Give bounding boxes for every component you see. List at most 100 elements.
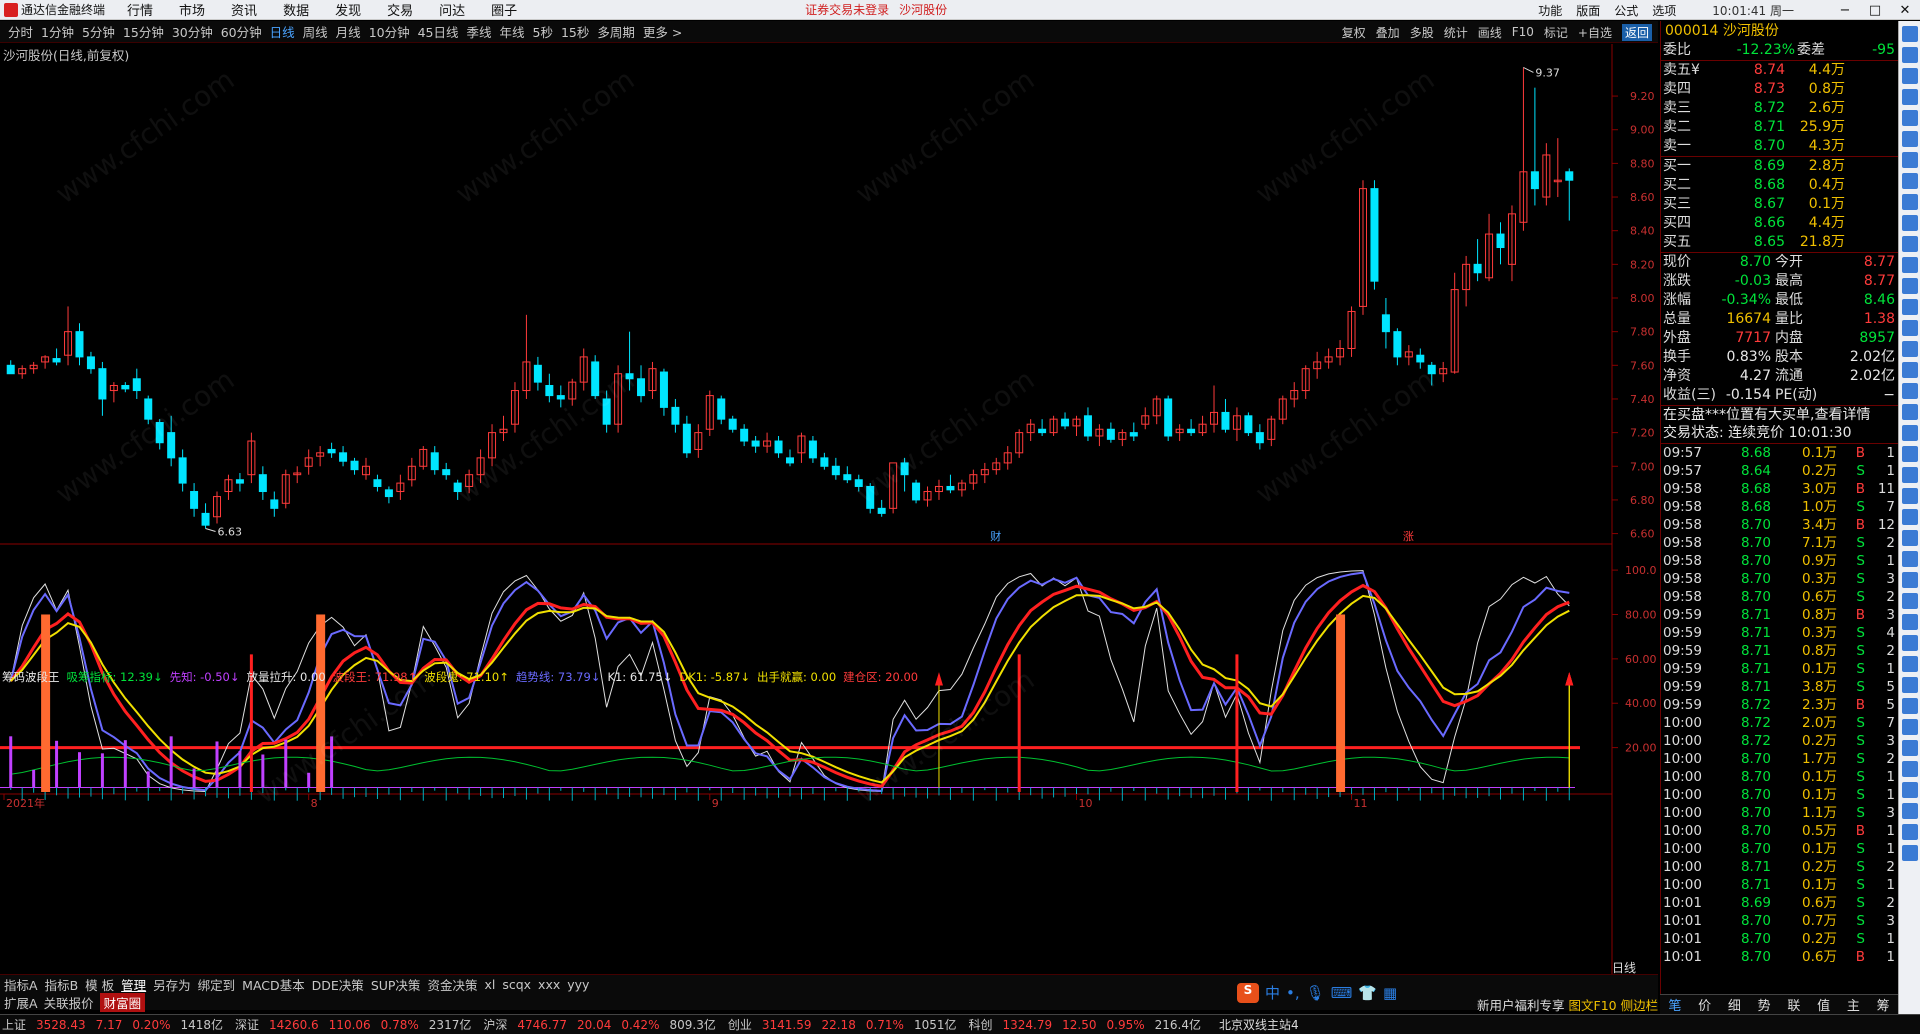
asks-row[interactable]: 卖一 8.70 4.3万 (1661, 137, 1898, 156)
login-notice[interactable]: 证券交易未登录 (805, 1, 889, 18)
server-name[interactable]: 北京双线主站4 (1219, 1016, 1299, 1033)
candle-body[interactable] (373, 479, 382, 487)
candle-body[interactable] (258, 474, 267, 493)
tool-strip-icon[interactable] (1902, 26, 1918, 42)
menu-item[interactable]: 数据 (283, 0, 309, 19)
candle-body[interactable] (900, 462, 909, 476)
candle-body[interactable] (751, 440, 760, 447)
candle-body[interactable] (132, 378, 141, 392)
candle-body[interactable] (327, 448, 336, 454)
period-1[interactable]: 1分钟 (41, 22, 74, 41)
index-name[interactable]: 上证 (2, 1016, 26, 1033)
bids-row[interactable]: 买五 8.65 21.8万 (1661, 233, 1898, 252)
menu-item[interactable]: 发现 (335, 0, 361, 19)
bids-row[interactable]: 买三 8.67 0.1万 (1661, 195, 1898, 214)
candle-body[interactable] (1473, 263, 1482, 274)
period-13[interactable]: 5秒 (533, 22, 553, 41)
promo-f10[interactable]: 图文F10 侧边栏 《 (1569, 998, 1675, 1013)
candle-body[interactable] (808, 440, 817, 459)
menu-item[interactable]: 市场 (179, 0, 205, 19)
candle-body[interactable] (1038, 428, 1047, 434)
minimize-button[interactable]: − (1830, 3, 1860, 18)
tool-strip-icon[interactable] (1902, 593, 1918, 609)
tool-strip-icon[interactable] (1902, 68, 1918, 84)
indicator-tab-7[interactable]: DDE决策 (312, 975, 364, 994)
candle-body[interactable] (201, 512, 210, 526)
asks-row[interactable]: 卖四 8.73 0.8万 (1661, 80, 1898, 99)
tool-strip-icon[interactable] (1902, 341, 1918, 357)
period-9[interactable]: 10分钟 (369, 22, 410, 41)
candle-body[interactable] (820, 457, 829, 467)
tool-strip-icon[interactable] (1902, 530, 1918, 546)
quote-tab-5[interactable]: 值 (1817, 995, 1830, 1014)
chart-tool-5[interactable]: F10 (1512, 25, 1534, 39)
quote-tab-2[interactable]: 细 (1728, 995, 1741, 1014)
period-7[interactable]: 周线 (303, 22, 328, 41)
candle-body[interactable] (1083, 415, 1092, 437)
chart-tool-7[interactable]: +自选 (1578, 24, 1612, 41)
candle-body[interactable] (144, 398, 153, 420)
period-15[interactable]: 多周期 (597, 22, 635, 41)
candle-body[interactable] (339, 452, 348, 462)
candle-body[interactable] (1187, 428, 1196, 434)
tool-strip-icon[interactable] (1902, 194, 1918, 210)
quote-tab-1[interactable]: 价 (1698, 995, 1711, 1014)
candle-body[interactable] (1427, 364, 1436, 375)
quote-tab-6[interactable]: 主 (1847, 995, 1860, 1014)
bigorder-text[interactable]: 在买盘***位置有大买单,查看详情 (1661, 406, 1870, 424)
candle-body[interactable] (52, 358, 61, 363)
candle-body[interactable] (682, 423, 691, 454)
period-4[interactable]: 30分钟 (172, 22, 213, 41)
event-marker[interactable]: 财 (990, 529, 1001, 543)
tool-strip-icon[interactable] (1902, 236, 1918, 252)
promo-bar[interactable]: 新用户福利专享 图文F10 侧边栏 《 (1477, 995, 1675, 1014)
menu-item[interactable]: 资讯 (231, 0, 257, 19)
candle-body[interactable] (167, 432, 176, 459)
chart-tool-8[interactable]: 返回 (1621, 23, 1652, 41)
chart-tool-2[interactable]: 多股 (1410, 24, 1434, 41)
tool-strip-icon[interactable] (1902, 131, 1918, 147)
candle-body[interactable] (270, 499, 279, 509)
indicator-tab-13[interactable]: yyy (567, 977, 589, 992)
tool-strip-icon[interactable] (1902, 320, 1918, 336)
candle-body[interactable] (533, 364, 542, 383)
candle-body[interactable] (1244, 415, 1253, 434)
tool-strip-icon[interactable] (1902, 215, 1918, 231)
candle-body[interactable] (121, 385, 130, 390)
extension-tab-2[interactable]: 财富圈 (99, 992, 146, 1012)
tool-strip-icon[interactable] (1902, 173, 1918, 189)
candle-body[interactable] (740, 428, 749, 442)
tool-strip-icon[interactable] (1902, 551, 1918, 567)
tool-strip-icon[interactable] (1902, 614, 1918, 630)
bigorder-notice[interactable]: 在买盘***位置有大买单,查看详情 (1661, 405, 1898, 424)
promo-text[interactable]: 新用户福利专享 (1477, 998, 1565, 1013)
chart-tool-3[interactable]: 统计 (1444, 24, 1468, 41)
tick-list[interactable]: 09:57 8.68 0.1万 B 1 09:57 8.64 0.2万 S 1 09:58 8.68 3… (1661, 443, 1898, 966)
tool-strip-icon[interactable] (1902, 677, 1918, 693)
period-5[interactable]: 60分钟 (221, 22, 262, 41)
period-6[interactable]: 日线 (270, 22, 295, 41)
indicator-tab-2[interactable]: 模 板 (85, 975, 114, 994)
period-16[interactable]: 更多 > (643, 22, 682, 41)
candle-body[interactable] (1255, 432, 1264, 444)
candle-body[interactable] (6, 364, 15, 375)
candle-body[interactable] (155, 422, 164, 444)
index-name[interactable]: 深证 (235, 1016, 259, 1033)
candle-body[interactable] (866, 485, 875, 509)
candle-body[interactable] (1393, 331, 1402, 358)
candle-body[interactable] (86, 356, 95, 370)
candle-body[interactable] (1496, 233, 1505, 249)
candle-body[interactable] (1129, 432, 1138, 437)
tool-strip-icon[interactable] (1902, 698, 1918, 714)
tool-strip-icon[interactable] (1902, 656, 1918, 672)
stock-notice[interactable]: 沙河股份 (899, 1, 947, 18)
indicator-tab-3[interactable]: 管理 (121, 975, 146, 994)
candle-body[interactable] (545, 385, 554, 397)
candle-body[interactable] (1061, 418, 1070, 427)
tool-strip-icon[interactable] (1902, 383, 1918, 399)
ime-microphone-icon[interactable]: 🎙 (1306, 984, 1325, 1002)
extension-tab-1[interactable]: 关联报价 (44, 993, 94, 1012)
chart-tool-6[interactable]: 标记 (1544, 24, 1568, 41)
tool-strip-icon[interactable] (1902, 467, 1918, 483)
candle-body[interactable] (453, 482, 462, 493)
